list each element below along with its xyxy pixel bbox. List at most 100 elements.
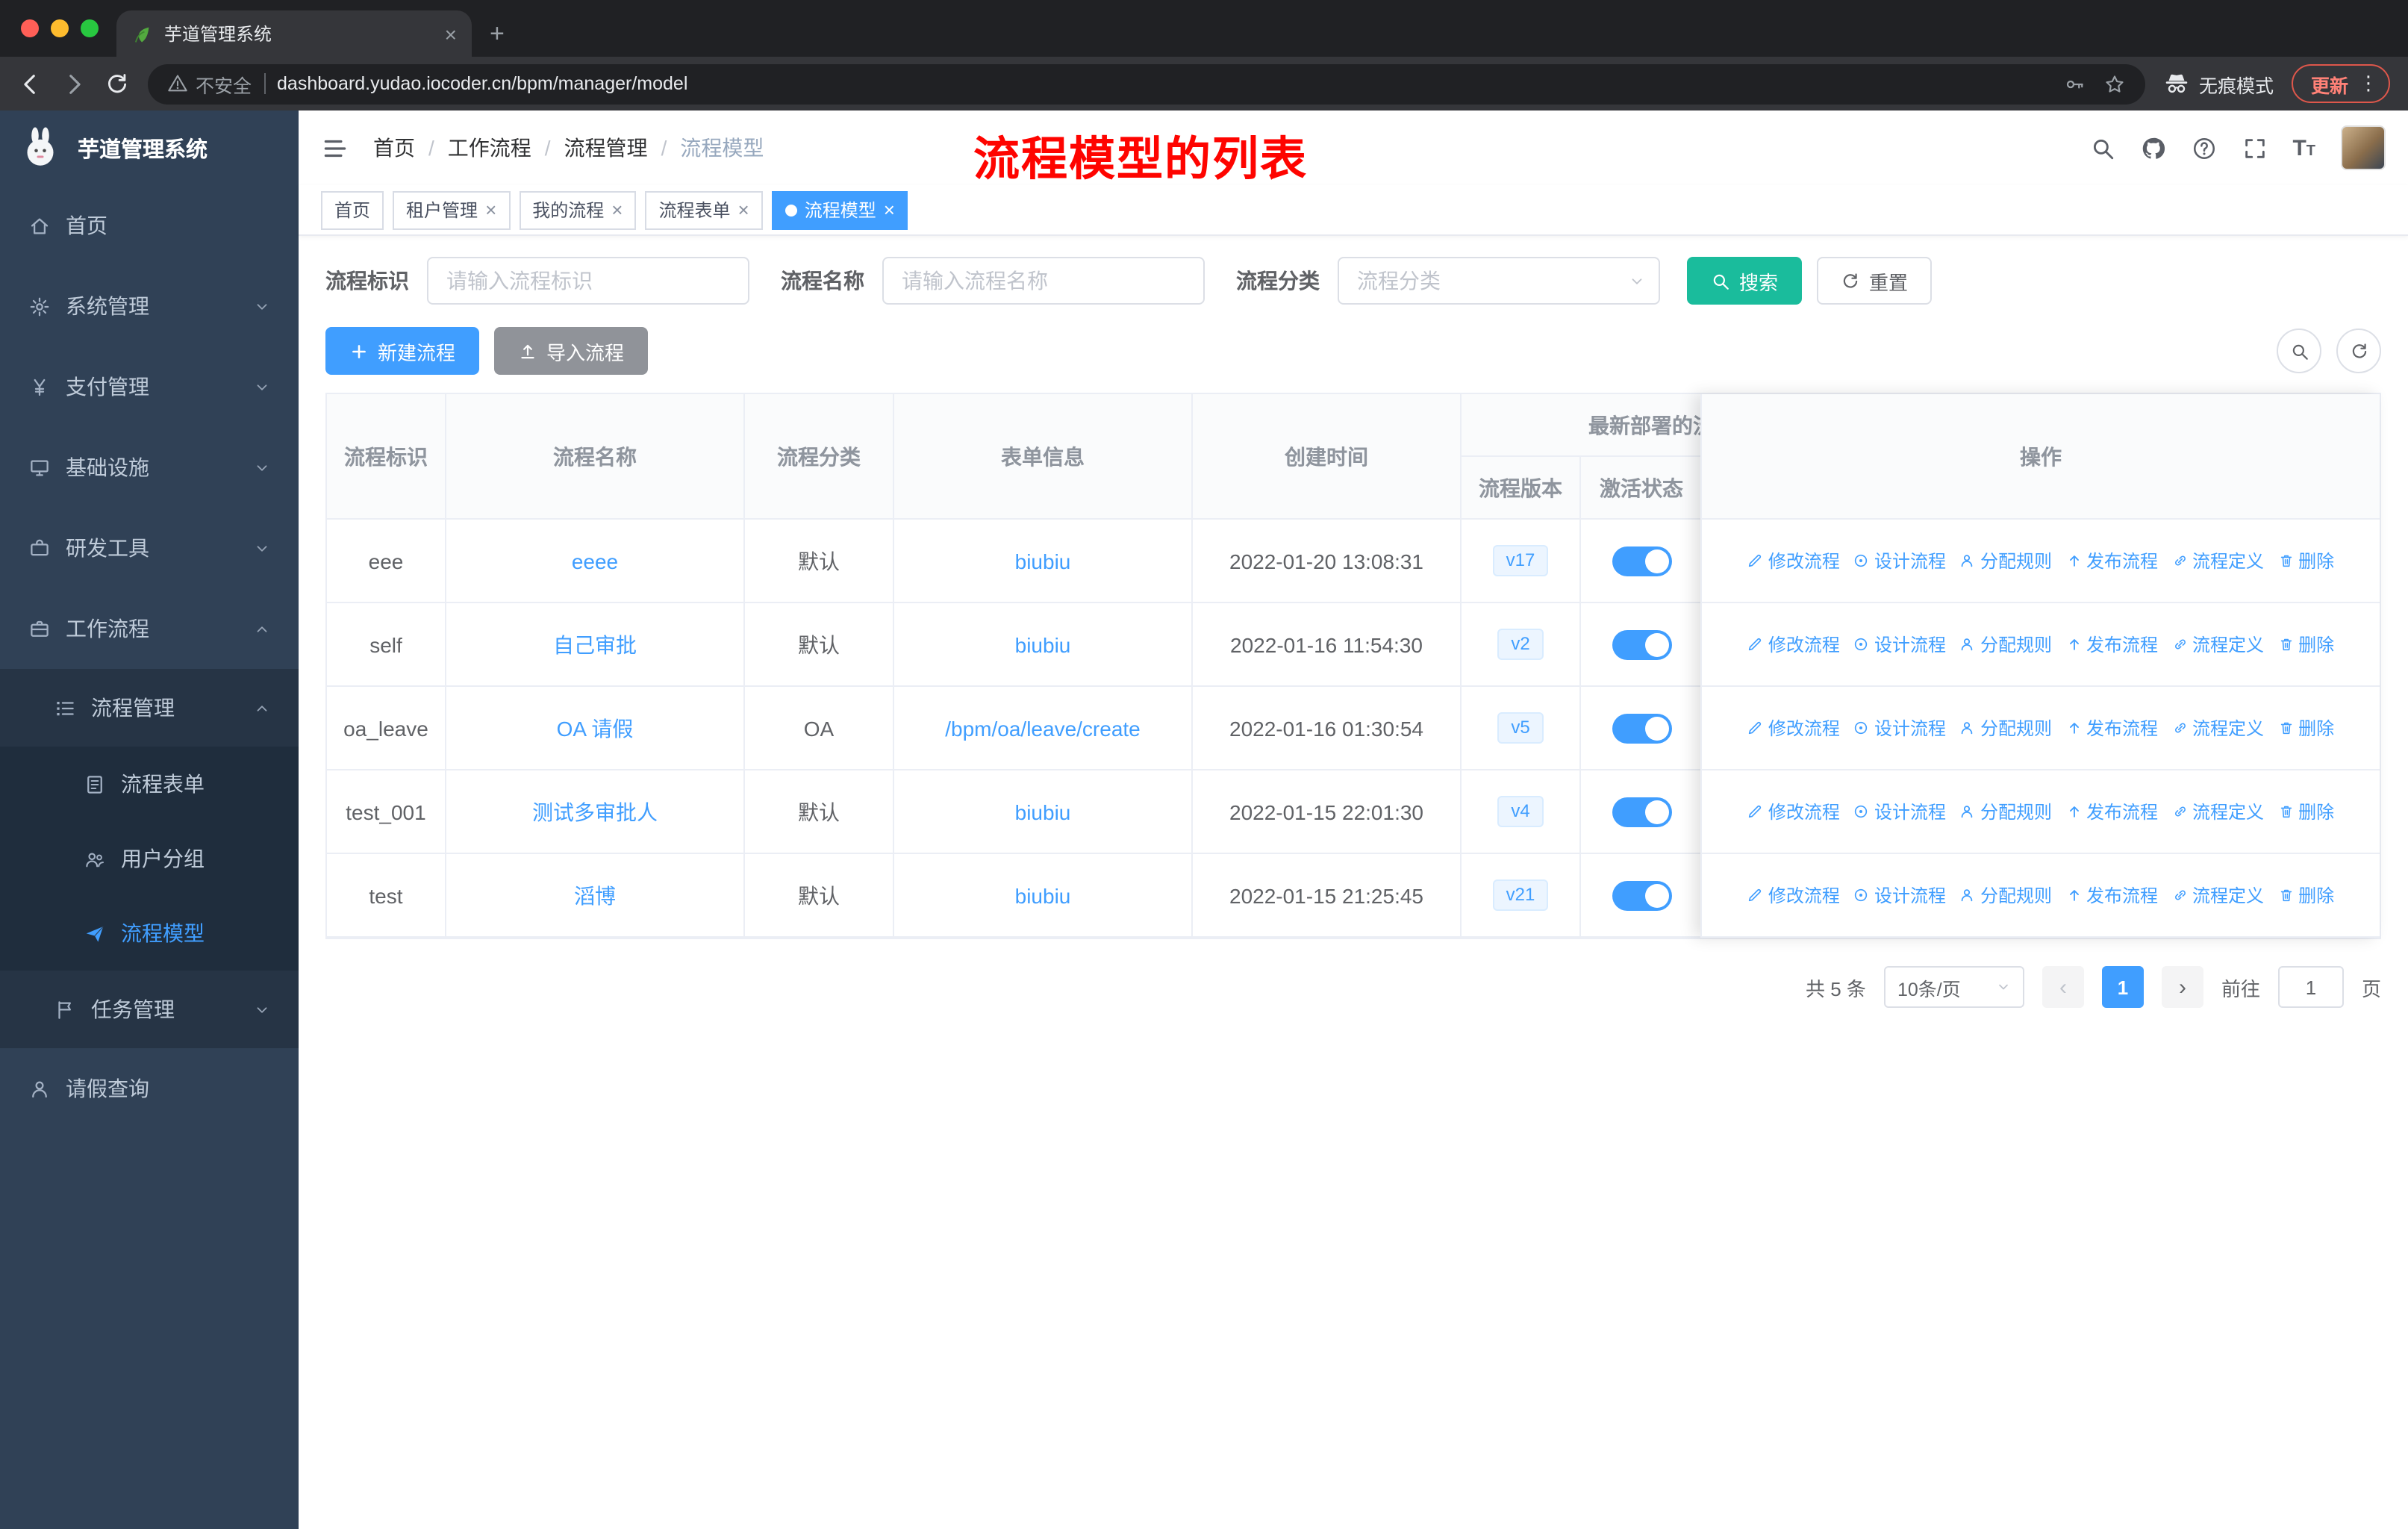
modify-process-link[interactable]: 修改流程 — [1747, 799, 1840, 824]
search-icon[interactable] — [2089, 135, 2115, 161]
form-info-link[interactable]: /bpm/oa/leave/create — [945, 716, 1141, 740]
delete-link[interactable]: 删除 — [2277, 548, 2334, 573]
close-icon[interactable]: × — [485, 200, 496, 219]
goto-page-input[interactable] — [2277, 966, 2344, 1008]
breadcrumb-item[interactable]: 工作流程 — [448, 133, 531, 163]
publish-process-link[interactable]: 发布流程 — [2065, 882, 2158, 908]
sidebar-item-workflow[interactable]: 工作流程 — [0, 588, 299, 669]
github-icon[interactable] — [2140, 135, 2165, 161]
process-id-input[interactable] — [427, 257, 749, 305]
close-icon[interactable]: × — [738, 200, 749, 219]
design-process-link[interactable]: 设计流程 — [1853, 882, 1946, 908]
process-definition-link[interactable]: 流程定义 — [2171, 715, 2264, 741]
active-toggle[interactable] — [1612, 880, 1671, 910]
design-process-link[interactable]: 设计流程 — [1853, 548, 1946, 573]
version-badge[interactable]: v2 — [1497, 628, 1544, 661]
page-size-select[interactable]: 10条/页 — [1883, 966, 2024, 1008]
breadcrumb-item[interactable]: 流程管理 — [564, 133, 648, 163]
delete-link[interactable]: 删除 — [2277, 715, 2334, 741]
close-icon[interactable]: × — [611, 200, 623, 219]
process-definition-link[interactable]: 流程定义 — [2171, 799, 2264, 824]
sidebar-item-process-model[interactable]: 流程模型 — [0, 896, 299, 971]
next-page-button[interactable]: › — [2161, 966, 2203, 1008]
active-toggle[interactable] — [1612, 713, 1671, 743]
assign-rule-link[interactable]: 分配规则 — [1959, 632, 2052, 657]
form-info-link[interactable]: biubiu — [1015, 632, 1071, 656]
publish-process-link[interactable]: 发布流程 — [2065, 715, 2158, 741]
back-icon[interactable] — [18, 71, 43, 96]
create-process-button[interactable]: 新建流程 — [325, 327, 480, 375]
assign-rule-link[interactable]: 分配规则 — [1959, 799, 2052, 824]
modify-process-link[interactable]: 修改流程 — [1747, 715, 1840, 741]
minimize-window-button[interactable] — [51, 19, 69, 37]
sidebar-item-process-form[interactable]: 流程表单 — [0, 747, 299, 821]
process-definition-link[interactable]: 流程定义 — [2171, 882, 2264, 908]
process-name-link[interactable]: 测试多审批人 — [532, 797, 658, 826]
breadcrumb-item[interactable]: 首页 — [373, 133, 415, 163]
import-process-button[interactable]: 导入流程 — [494, 327, 649, 375]
process-name-link[interactable]: OA 请假 — [557, 713, 634, 743]
search-button[interactable]: 搜索 — [1687, 257, 1803, 305]
zoom-window-button[interactable] — [81, 19, 99, 37]
browser-tab[interactable]: 芋道管理系统 × — [116, 10, 472, 57]
assign-rule-link[interactable]: 分配规则 — [1959, 548, 2052, 573]
new-tab-button[interactable]: + — [490, 21, 505, 46]
reload-icon[interactable] — [105, 71, 130, 96]
hamburger-icon[interactable] — [321, 134, 349, 162]
design-process-link[interactable]: 设计流程 — [1853, 632, 1946, 657]
close-window-button[interactable] — [21, 19, 39, 37]
sidebar-item-task-mgmt[interactable]: 任务管理 — [0, 971, 299, 1048]
sidebar-item-home[interactable]: 首页 — [0, 185, 299, 266]
font-size-icon[interactable]: TT — [2292, 135, 2315, 161]
delete-link[interactable]: 删除 — [2277, 632, 2334, 657]
publish-process-link[interactable]: 发布流程 — [2065, 632, 2158, 657]
sidebar-item-process-mgmt[interactable]: 流程管理 — [0, 669, 299, 747]
prev-page-button[interactable]: ‹ — [2042, 966, 2084, 1008]
key-icon[interactable] — [2063, 72, 2086, 95]
process-definition-link[interactable]: 流程定义 — [2171, 548, 2264, 573]
assign-rule-link[interactable]: 分配规则 — [1959, 882, 2052, 908]
fullscreen-icon[interactable] — [2242, 135, 2267, 161]
design-process-link[interactable]: 设计流程 — [1853, 715, 1946, 741]
sidebar-item-leave-query[interactable]: 请假查询 — [0, 1048, 299, 1129]
modify-process-link[interactable]: 修改流程 — [1747, 632, 1840, 657]
browser-menu-icon[interactable]: ⋮ — [2359, 72, 2378, 96]
process-name-link[interactable]: 自己审批 — [553, 629, 637, 659]
version-badge[interactable]: v4 — [1497, 795, 1544, 828]
reset-button[interactable]: 重置 — [1817, 257, 1933, 305]
process-name-input[interactable] — [882, 257, 1205, 305]
delete-link[interactable]: 删除 — [2277, 799, 2334, 824]
tag-process-model[interactable]: 流程模型 × — [771, 190, 908, 229]
tag-tenant[interactable]: 租户管理 × — [393, 190, 511, 229]
user-avatar[interactable] — [2341, 125, 2386, 170]
forward-icon[interactable] — [61, 71, 87, 96]
tag-my-process[interactable]: 我的流程 × — [519, 190, 637, 229]
sidebar-item-system[interactable]: 系统管理 — [0, 266, 299, 346]
tab-close-icon[interactable]: × — [445, 23, 457, 44]
active-toggle[interactable] — [1612, 546, 1671, 576]
process-name-link[interactable]: eeee — [572, 549, 618, 573]
design-process-link[interactable]: 设计流程 — [1853, 799, 1946, 824]
category-select[interactable]: 流程分类 — [1338, 257, 1660, 305]
bookmark-star-icon[interactable] — [2103, 72, 2126, 95]
active-toggle[interactable] — [1612, 629, 1671, 659]
form-info-link[interactable]: biubiu — [1015, 883, 1071, 907]
delete-link[interactable]: 删除 — [2277, 882, 2334, 908]
publish-process-link[interactable]: 发布流程 — [2065, 548, 2158, 573]
version-badge[interactable]: v5 — [1497, 711, 1544, 744]
tag-process-form[interactable]: 流程表单 × — [645, 190, 763, 229]
modify-process-link[interactable]: 修改流程 — [1747, 882, 1840, 908]
sidebar-item-payment[interactable]: 支付管理 — [0, 346, 299, 427]
sidebar-item-devtools[interactable]: 研发工具 — [0, 508, 299, 588]
process-name-link[interactable]: 滔博 — [574, 880, 616, 910]
browser-update-button[interactable]: 更新 ⋮ — [2291, 64, 2390, 103]
process-definition-link[interactable]: 流程定义 — [2171, 632, 2264, 657]
version-badge[interactable]: v21 — [1492, 879, 1549, 912]
address-bar[interactable]: 不安全 dashboard.yudao.iocoder.cn/bpm/manag… — [148, 63, 2145, 104]
refresh-table-button[interactable] — [2336, 328, 2381, 373]
close-icon[interactable]: × — [884, 200, 895, 219]
assign-rule-link[interactable]: 分配规则 — [1959, 715, 2052, 741]
current-page-button[interactable]: 1 — [2101, 966, 2144, 1008]
sidebar-item-infra[interactable]: 基础设施 — [0, 427, 299, 508]
modify-process-link[interactable]: 修改流程 — [1747, 548, 1840, 573]
